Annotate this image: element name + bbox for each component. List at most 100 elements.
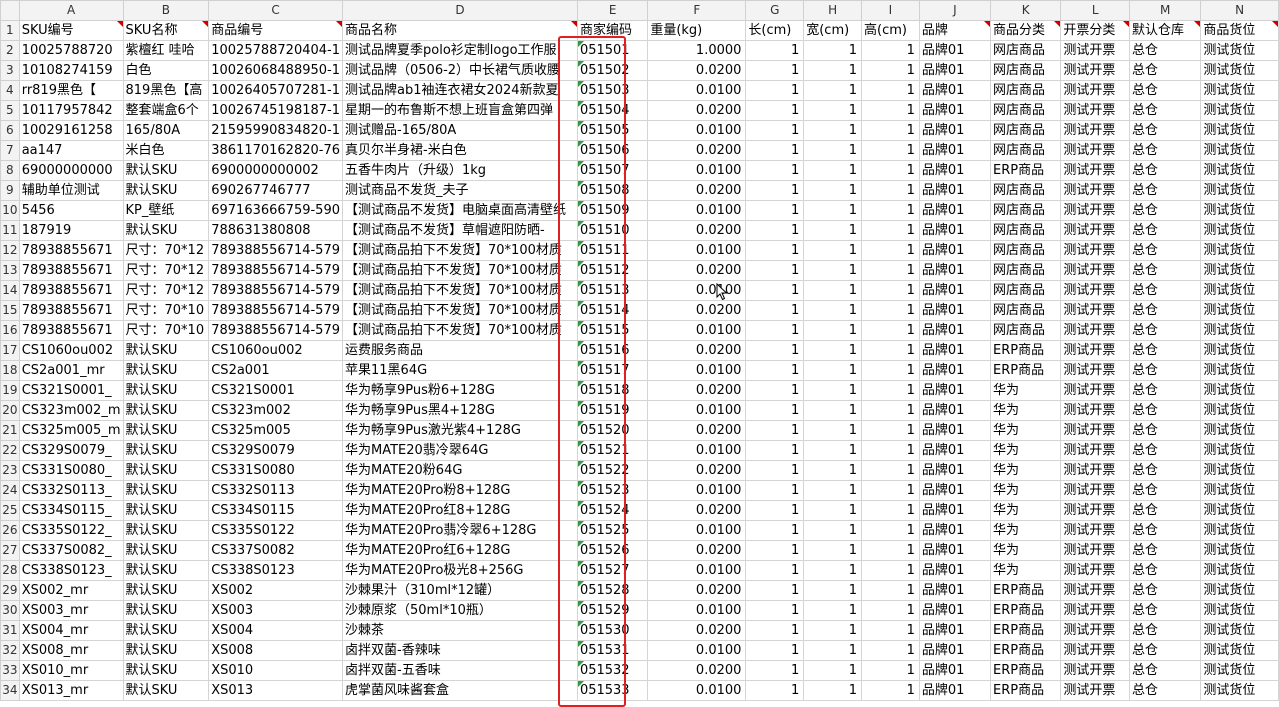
- product-name-cell[interactable]: 沙棘茶: [342, 620, 578, 641]
- row-header[interactable]: 11: [0, 220, 20, 241]
- row-header[interactable]: 15: [0, 300, 20, 321]
- sku-code-cell[interactable]: 10029161258: [18, 120, 124, 141]
- weight-cell[interactable]: 0.0100: [647, 320, 747, 341]
- height-cell[interactable]: 1: [861, 360, 920, 381]
- invoice-category-cell[interactable]: 测试开票: [1060, 660, 1131, 681]
- sku-name-cell[interactable]: KP_壁纸: [122, 200, 210, 221]
- brand-cell[interactable]: 品牌01: [918, 600, 992, 621]
- product-name-cell[interactable]: 华为MATE20Pro翡冷翠6+128G: [342, 520, 578, 541]
- product-code-cell[interactable]: 789388556714-579: [208, 320, 343, 341]
- invoice-category-cell[interactable]: 测试开票: [1060, 300, 1131, 321]
- brand-cell[interactable]: 品牌01: [918, 520, 992, 541]
- product-code-cell[interactable]: XS004: [208, 620, 343, 641]
- width-cell[interactable]: 1: [803, 40, 863, 61]
- product-code-cell[interactable]: XS002: [208, 580, 343, 601]
- header-cell-product-code[interactable]: 商品编号: [208, 20, 343, 41]
- header-cell-invoice-category[interactable]: 开票分类: [1060, 20, 1131, 41]
- sku-name-cell[interactable]: 默认SKU: [122, 340, 210, 361]
- length-cell[interactable]: 1: [745, 620, 805, 641]
- sku-name-cell[interactable]: 紫檀红 哇哈: [122, 40, 210, 61]
- height-cell[interactable]: 1: [861, 100, 920, 121]
- length-cell[interactable]: 1: [745, 380, 805, 401]
- merchant-code-cell[interactable]: 051526: [576, 540, 649, 561]
- location-cell[interactable]: 测试货位: [1200, 500, 1279, 521]
- height-cell[interactable]: 1: [861, 200, 920, 221]
- header-cell-weight[interactable]: 重量(kg): [647, 20, 747, 41]
- sku-code-cell[interactable]: CS335S0122_: [18, 520, 124, 541]
- width-cell[interactable]: 1: [803, 460, 863, 481]
- height-cell[interactable]: 1: [861, 40, 920, 61]
- row-header[interactable]: 7: [0, 140, 20, 161]
- height-cell[interactable]: 1: [861, 600, 920, 621]
- width-cell[interactable]: 1: [803, 640, 863, 661]
- column-header-b[interactable]: B: [122, 0, 210, 21]
- row-header[interactable]: 2: [0, 40, 20, 61]
- brand-cell[interactable]: 品牌01: [918, 440, 992, 461]
- weight-cell[interactable]: 0.0200: [647, 140, 747, 161]
- product-name-cell[interactable]: 测试品牌夏季polo衫定制logo工作服: [342, 40, 578, 61]
- merchant-code-cell[interactable]: 051511: [576, 240, 649, 261]
- category-cell[interactable]: 华为: [990, 460, 1062, 481]
- category-cell[interactable]: 网店商品: [990, 260, 1062, 281]
- brand-cell[interactable]: 品牌01: [918, 400, 992, 421]
- sku-code-cell[interactable]: CS338S0123_: [18, 560, 124, 581]
- product-name-cell[interactable]: 卤拌双菌-五香味: [342, 660, 578, 681]
- product-code-cell[interactable]: 789388556714-579: [208, 260, 343, 281]
- sku-name-cell[interactable]: 默认SKU: [122, 380, 210, 401]
- sku-code-cell[interactable]: XS003_mr: [18, 600, 124, 621]
- width-cell[interactable]: 1: [803, 260, 863, 281]
- width-cell[interactable]: 1: [803, 660, 863, 681]
- invoice-category-cell[interactable]: 测试开票: [1060, 560, 1131, 581]
- warehouse-cell[interactable]: 总仓: [1129, 640, 1202, 661]
- invoice-category-cell[interactable]: 测试开票: [1060, 620, 1131, 641]
- height-cell[interactable]: 1: [861, 80, 920, 101]
- brand-cell[interactable]: 品牌01: [918, 660, 992, 681]
- invoice-category-cell[interactable]: 测试开票: [1060, 600, 1131, 621]
- product-name-cell[interactable]: 【测试商品拍下不发货】70*100材质: [342, 320, 578, 341]
- location-cell[interactable]: 测试货位: [1200, 680, 1279, 701]
- column-header-m[interactable]: M: [1129, 0, 1202, 21]
- height-cell[interactable]: 1: [861, 120, 920, 141]
- row-header[interactable]: 14: [0, 280, 20, 301]
- location-cell[interactable]: 测试货位: [1200, 660, 1279, 681]
- sku-name-cell[interactable]: 尺寸：70*10: [122, 320, 210, 341]
- sku-name-cell[interactable]: 默认SKU: [122, 520, 210, 541]
- invoice-category-cell[interactable]: 测试开票: [1060, 680, 1131, 701]
- sku-code-cell[interactable]: CS323m002_m: [18, 400, 124, 421]
- width-cell[interactable]: 1: [803, 300, 863, 321]
- header-cell-product-name[interactable]: 商品名称: [342, 20, 578, 41]
- merchant-code-cell[interactable]: 051508: [576, 180, 649, 201]
- invoice-category-cell[interactable]: 测试开票: [1060, 400, 1131, 421]
- sku-name-cell[interactable]: 默认SKU: [122, 600, 210, 621]
- merchant-code-cell[interactable]: 051525: [576, 520, 649, 541]
- column-header-n[interactable]: N: [1200, 0, 1279, 21]
- category-cell[interactable]: 网店商品: [990, 180, 1062, 201]
- product-code-cell[interactable]: 789388556714-579: [208, 240, 343, 261]
- product-code-cell[interactable]: 789388556714-579: [208, 280, 343, 301]
- sku-name-cell[interactable]: 165/80A: [122, 120, 210, 141]
- length-cell[interactable]: 1: [745, 120, 805, 141]
- length-cell[interactable]: 1: [745, 660, 805, 681]
- length-cell[interactable]: 1: [745, 140, 805, 161]
- sku-name-cell[interactable]: 默认SKU: [122, 420, 210, 441]
- brand-cell[interactable]: 品牌01: [918, 160, 992, 181]
- column-header-h[interactable]: H: [803, 0, 863, 21]
- product-name-cell[interactable]: 运费服务商品: [342, 340, 578, 361]
- width-cell[interactable]: 1: [803, 520, 863, 541]
- sku-code-cell[interactable]: 78938855671: [18, 300, 124, 321]
- invoice-category-cell[interactable]: 测试开票: [1060, 520, 1131, 541]
- width-cell[interactable]: 1: [803, 180, 863, 201]
- weight-cell[interactable]: 0.0100: [647, 480, 747, 501]
- row-header[interactable]: 18: [0, 360, 20, 381]
- merchant-code-cell[interactable]: 051522: [576, 460, 649, 481]
- invoice-category-cell[interactable]: 测试开票: [1060, 320, 1131, 341]
- brand-cell[interactable]: 品牌01: [918, 220, 992, 241]
- height-cell[interactable]: 1: [861, 620, 920, 641]
- sku-name-cell[interactable]: 默认SKU: [122, 480, 210, 501]
- merchant-code-cell[interactable]: 051512: [576, 260, 649, 281]
- invoice-category-cell[interactable]: 测试开票: [1060, 180, 1131, 201]
- brand-cell[interactable]: 品牌01: [918, 340, 992, 361]
- sku-name-cell[interactable]: 默认SKU: [122, 560, 210, 581]
- weight-cell[interactable]: 0.0200: [647, 100, 747, 121]
- height-cell[interactable]: 1: [861, 60, 920, 81]
